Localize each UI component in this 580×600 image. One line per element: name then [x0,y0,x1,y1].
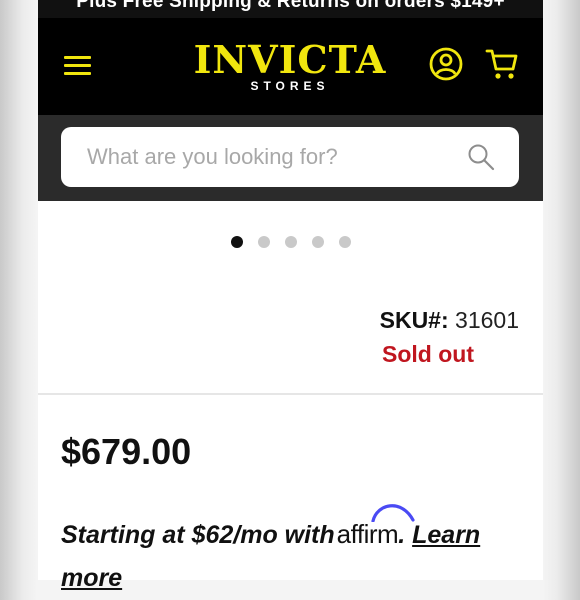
carousel-dot[interactable] [339,236,351,248]
carousel-dot[interactable] [312,236,324,248]
cart-icon[interactable] [484,46,520,82]
logo-text: INVICTA [193,37,387,82]
stock-status: Sold out [382,341,474,367]
affirm-logo: affirm [336,504,415,556]
financing-period: . [398,521,406,549]
divider [38,393,543,395]
carousel-dot[interactable] [285,236,297,248]
carousel-dot[interactable] [258,236,270,248]
sku-line: SKU#: 31601 [380,307,519,334]
product-details: SKU#: 31601 Sold out $679.00 Starting at… [38,201,543,592]
price: $679.00 [61,431,192,472]
affirm-logo-text: affirm [336,519,399,549]
promo-banner: Plus Free Shipping & Returns on orders $… [38,0,543,18]
account-icon[interactable] [428,46,464,82]
invicta-logo[interactable]: INVICTA STORES [184,40,396,100]
promo-text: Plus Free Shipping & Returns on orders $… [76,0,505,12]
site-header: INVICTA STORES [38,18,543,115]
search-bar-area [38,115,543,201]
search-input[interactable] [61,127,441,187]
carousel-dot[interactable] [231,236,243,248]
hamburger-menu-icon[interactable] [62,50,94,78]
sku-value: 31601 [455,307,519,333]
search-box [61,127,519,187]
sku-label: SKU#: [379,307,449,333]
financing-message: Starting at $62/mo with affirm. Learn mor… [61,504,531,600]
financing-text: Starting at $62/mo with [61,521,335,549]
search-icon[interactable] [467,143,495,171]
